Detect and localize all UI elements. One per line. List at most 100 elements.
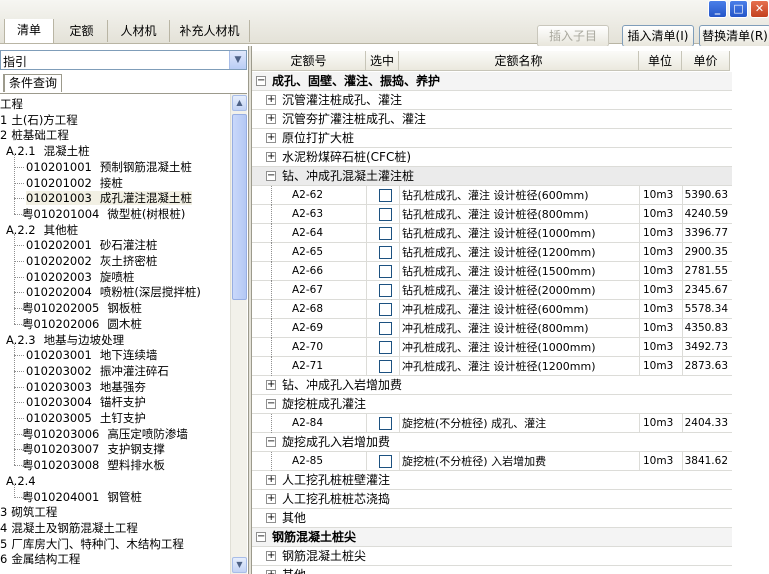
header-code[interactable]: 定额号: [252, 51, 366, 71]
tree-item[interactable]: 010203004 锚杆支护: [26, 394, 146, 410]
tree-item[interactable]: 010201003 成孔灌注混凝土桩: [26, 190, 192, 206]
expand-icon[interactable]: +: [266, 95, 276, 105]
insert-child-button[interactable]: 插入子目: [537, 25, 609, 47]
table-row[interactable]: A2-68 冲孔桩成孔、灌注 设计桩径(600mm) 10m3 5578.34: [252, 300, 732, 319]
select-checkbox[interactable]: [379, 265, 392, 278]
tree-item[interactable]: 工程: [0, 96, 27, 112]
collapse-icon[interactable]: −: [256, 76, 266, 86]
tree-item[interactable]: 6 金属结构工程: [0, 551, 80, 567]
tab-quota[interactable]: 定额: [56, 20, 108, 42]
tab-condition-search[interactable]: 条件查询: [4, 74, 63, 92]
expand-icon[interactable]: +: [266, 551, 276, 561]
collapse-icon[interactable]: −: [266, 171, 276, 181]
select-checkbox[interactable]: [379, 360, 392, 373]
scroll-up-icon[interactable]: ▲: [232, 95, 247, 111]
table-row[interactable]: A2-71 冲孔桩成孔、灌注 设计桩径(1200mm) 10m3 2873.63: [252, 357, 732, 376]
minimize-icon[interactable]: _: [708, 0, 727, 18]
group-row[interactable]: − 钻、冲成孔混凝土灌注桩: [252, 167, 732, 186]
tree-scrollbar[interactable]: ▲ ▼: [230, 94, 247, 574]
group-row[interactable]: + 其他: [252, 509, 732, 528]
tree-item[interactable]: 粤010202005 钢板桩: [22, 300, 142, 316]
tree-item[interactable]: 1 土(石)方工程: [0, 112, 78, 128]
group-row[interactable]: + 钻、冲成孔入岩增加费: [252, 376, 732, 395]
chevron-down-icon[interactable]: ▼: [229, 51, 246, 69]
expand-icon[interactable]: +: [266, 513, 276, 523]
table-row[interactable]: A2-64 钻孔桩成孔、灌注 设计桩径(1000mm) 10m3 3396.77: [252, 224, 732, 243]
tree-item[interactable]: 5 厂库房大门、特种门、木结构工程: [0, 536, 184, 552]
tree-item[interactable]: 010201001 预制钢筋混凝土桩: [26, 159, 192, 175]
scroll-thumb[interactable]: [232, 114, 247, 300]
scroll-down-icon[interactable]: ▼: [232, 557, 247, 573]
tree-item[interactable]: 粤010203007 支护钢支撑: [22, 441, 165, 457]
tree-item[interactable]: 3 砌筑工程: [0, 504, 57, 520]
tree-item[interactable]: 010202003 旋喷桩: [26, 269, 134, 285]
tree-item[interactable]: 010203005 土钉支护: [26, 410, 146, 426]
maximize-icon[interactable]: □: [729, 0, 748, 18]
table-row[interactable]: A2-70 冲孔桩成孔、灌注 设计桩径(1000mm) 10m3 3492.73: [252, 338, 732, 357]
tree-item[interactable]: 粤010203008 塑料排水板: [22, 457, 165, 473]
header-unit[interactable]: 单位: [639, 51, 682, 71]
table-row[interactable]: A2-62 钻孔桩成孔、灌注 设计桩径(600mm) 10m3 5390.63: [252, 186, 732, 205]
tab-labor-material-machine[interactable]: 人材机: [108, 20, 170, 42]
tree-item[interactable]: 010201002 接桩: [26, 175, 123, 191]
collapse-icon[interactable]: −: [266, 399, 276, 409]
group-row[interactable]: − 钢筋混凝土桩尖: [252, 528, 732, 547]
table-row[interactable]: A2-84 旋挖桩(不分桩径) 成孔、灌注 10m3 2404.33: [252, 414, 732, 433]
insert-list-button[interactable]: 插入清单(I): [622, 25, 694, 47]
tree-item[interactable]: 粤010203006 高压定喷防渗墙: [22, 426, 188, 442]
select-checkbox[interactable]: [379, 246, 392, 259]
tree-item[interactable]: A.2.1 混凝土桩: [6, 143, 90, 159]
tree-item[interactable]: 010203001 地下连续墙: [26, 347, 157, 363]
replace-list-button[interactable]: 替换清单(R): [699, 25, 769, 47]
select-checkbox[interactable]: [379, 455, 392, 468]
group-row[interactable]: + 人工挖孔桩桩壁灌注: [252, 471, 732, 490]
group-row[interactable]: + 其他: [252, 566, 732, 574]
group-row[interactable]: − 旋挖成孔入岩增加费: [252, 433, 732, 452]
expand-icon[interactable]: +: [266, 570, 276, 574]
select-checkbox[interactable]: [379, 208, 392, 221]
collapse-icon[interactable]: −: [266, 437, 276, 447]
tree-item[interactable]: 粤010202006 圆木桩: [22, 316, 142, 332]
tree-item[interactable]: 粤010201004 微型桩(树根桩): [22, 206, 185, 222]
select-checkbox[interactable]: [379, 227, 392, 240]
tree-item[interactable]: 010202004 喷粉桩(深层搅拌桩): [26, 284, 201, 300]
group-row[interactable]: + 原位打扩大桩: [252, 129, 732, 148]
select-checkbox[interactable]: [379, 303, 392, 316]
table-row[interactable]: A2-85 旋挖桩(不分桩径) 入岩增加费 10m3 3841.62: [252, 452, 732, 471]
header-name[interactable]: 定额名称: [399, 51, 639, 71]
expand-icon[interactable]: +: [266, 475, 276, 485]
group-row[interactable]: + 人工挖孔桩桩芯浇捣: [252, 490, 732, 509]
tree-item[interactable]: A.2.4: [6, 473, 44, 489]
group-row[interactable]: + 水泥粉煤碎石桩(CFC桩): [252, 148, 732, 167]
table-row[interactable]: A2-69 冲孔桩成孔、灌注 设计桩径(800mm) 10m3 4350.83: [252, 319, 732, 338]
tree-item[interactable]: 4 混凝土及钢筋混凝土工程: [0, 520, 138, 536]
collapse-icon[interactable]: −: [256, 532, 266, 542]
tree-item[interactable]: A.2.2 其他桩: [6, 222, 78, 238]
table-row[interactable]: A2-63 钻孔桩成孔、灌注 设计桩径(800mm) 10m3 4240.59: [252, 205, 732, 224]
tree-item[interactable]: A.2.3 地基与边坡处理: [6, 332, 124, 348]
tree-item[interactable]: 粤010204001 钢管桩: [22, 489, 142, 505]
tab-list[interactable]: 清单: [4, 19, 54, 43]
group-row[interactable]: + 沉管灌注桩成孔、灌注: [252, 91, 732, 110]
group-row[interactable]: − 成孔、固壁、灌注、振捣、养护: [252, 72, 732, 91]
select-checkbox[interactable]: [379, 417, 392, 430]
group-row[interactable]: − 旋挖桩成孔灌注: [252, 395, 732, 414]
tree-item[interactable]: 010202001 砂石灌注桩: [26, 237, 157, 253]
select-checkbox[interactable]: [379, 284, 392, 297]
select-checkbox[interactable]: [379, 189, 392, 202]
group-row[interactable]: + 沉管夯扩灌注桩成孔、灌注: [252, 110, 732, 129]
header-select[interactable]: 选中: [366, 51, 399, 71]
select-checkbox[interactable]: [379, 341, 392, 354]
table-row[interactable]: A2-66 钻孔桩成孔、灌注 设计桩径(1500mm) 10m3 2781.55: [252, 262, 732, 281]
tree-item[interactable]: 010203002 振冲灌注碎石: [26, 363, 169, 379]
tree-item[interactable]: 010203003 地基强夯: [26, 379, 146, 395]
guide-combobox[interactable]: 指引 ▼: [0, 50, 247, 70]
expand-icon[interactable]: +: [266, 494, 276, 504]
expand-icon[interactable]: +: [266, 152, 276, 162]
expand-icon[interactable]: +: [266, 380, 276, 390]
select-checkbox[interactable]: [379, 322, 392, 335]
tab-supplement-material[interactable]: 补充人材机: [170, 20, 250, 42]
table-row[interactable]: A2-67 钻孔桩成孔、灌注 设计桩径(2000mm) 10m3 2345.67: [252, 281, 732, 300]
tree-item[interactable]: 010202002 灰土挤密桩: [26, 253, 157, 269]
close-icon[interactable]: ✕: [750, 0, 769, 18]
